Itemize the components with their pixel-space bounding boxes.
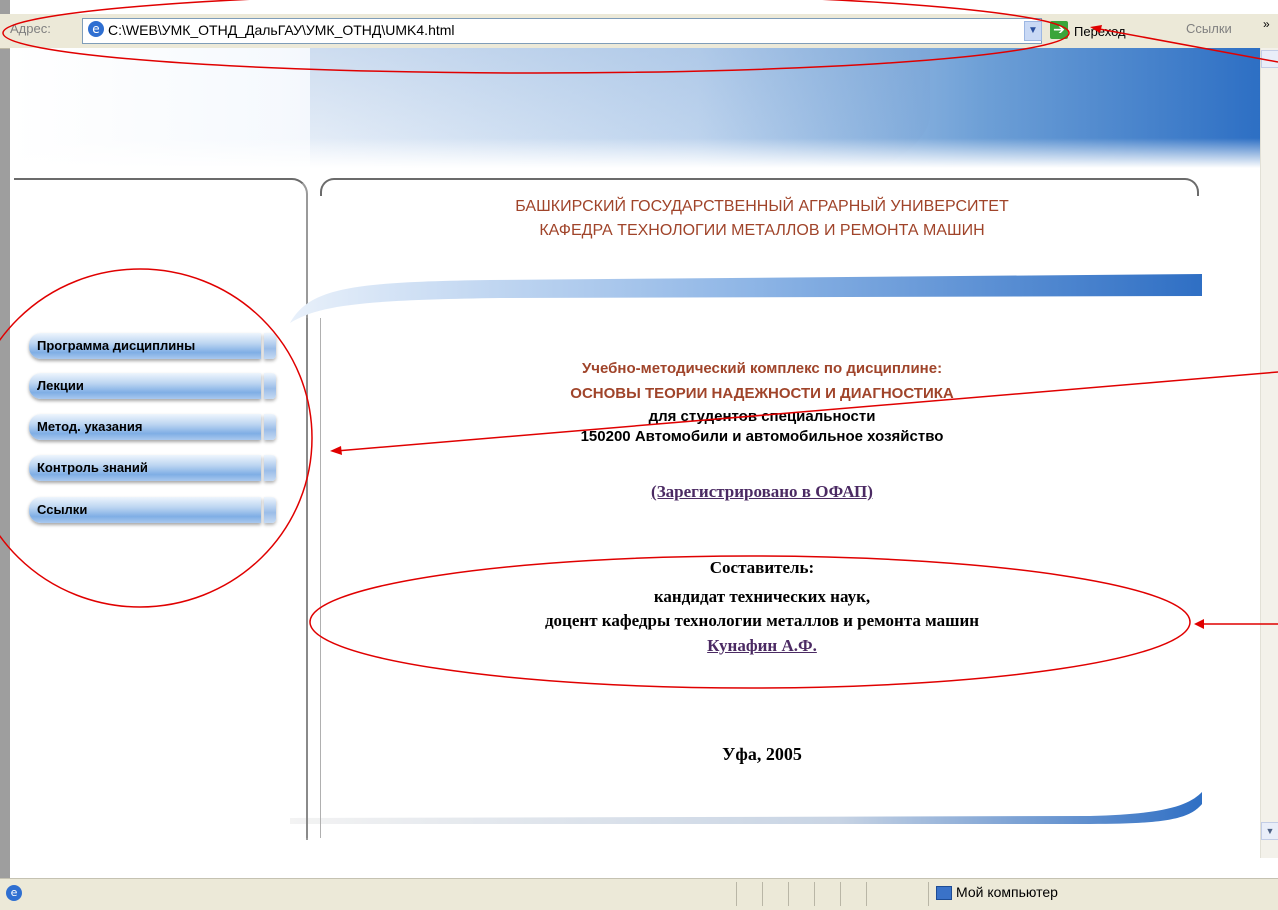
author-degree: кандидат технических наук, bbox=[653, 587, 871, 606]
discipline-name: ОСНОВЫ ТЕОРИИ НАДЕЖНОСТИ И ДИАГНОСТИКА bbox=[570, 385, 954, 402]
nav-button-cap bbox=[264, 373, 276, 399]
status-divider bbox=[928, 882, 929, 906]
nav-button-cap bbox=[264, 497, 276, 523]
page-status-icon: e bbox=[6, 885, 22, 901]
composer-label: Составитель: bbox=[709, 558, 815, 577]
department-title: КАФЕДРА ТЕХНОЛОГИИ МЕТАЛЛОВ И РЕМОНТА МА… bbox=[539, 222, 985, 239]
go-button[interactable]: Переход bbox=[1074, 24, 1126, 39]
specialty-text: 150200 Автомобили и автомобильное хозяйс… bbox=[580, 428, 944, 445]
scroll-down-button[interactable]: ▼ bbox=[1261, 822, 1278, 840]
registration-link[interactable]: (Зарегистрировано в ОФАП) bbox=[322, 482, 1202, 502]
security-zone-label: Мой компьютер bbox=[956, 884, 1058, 900]
nav-button-guidelines[interactable]: Метод. указания bbox=[29, 414, 261, 440]
top-banner bbox=[10, 48, 1260, 168]
city-year: Уфа, 2005 bbox=[722, 744, 802, 764]
ie-page-icon: e bbox=[88, 21, 104, 37]
university-title: БАШКИРСКИЙ ГОСУДАРСТВЕННЫЙ АГРАРНЫЙ УНИВ… bbox=[515, 198, 1009, 215]
nav-button-links[interactable]: Ссылки bbox=[29, 497, 261, 523]
frame-rail bbox=[320, 318, 321, 838]
go-arrow-icon[interactable]: ➔ bbox=[1050, 21, 1068, 39]
banner-fade bbox=[10, 138, 1260, 168]
window-left-edge bbox=[0, 0, 10, 909]
frame-rail bbox=[306, 318, 308, 838]
nav-button-knowledge-control[interactable]: Контроль знаний bbox=[29, 455, 261, 481]
nav-button-program[interactable]: Программа дисциплины bbox=[29, 333, 261, 359]
address-url[interactable]: C:\WEB\УМК_ОТНД_ДальГАУ\УМК_ОТНД\UMK4.ht… bbox=[108, 22, 455, 38]
my-computer-icon bbox=[936, 886, 952, 900]
status-divider bbox=[736, 882, 737, 906]
author-link[interactable]: Кунафин А.Ф. bbox=[322, 636, 1202, 656]
nav-button-cap bbox=[264, 455, 276, 481]
chevron-down-icon[interactable]: ▼ bbox=[1024, 21, 1042, 41]
address-label: Адрес: bbox=[10, 21, 51, 36]
status-divider bbox=[762, 882, 763, 906]
links-toolbar-label[interactable]: Ссылки bbox=[1186, 21, 1232, 36]
status-divider bbox=[866, 882, 867, 906]
scroll-up-button[interactable] bbox=[1261, 50, 1278, 68]
annotation-arrowhead bbox=[330, 446, 342, 455]
toolbar-more-icon[interactable]: » bbox=[1263, 17, 1270, 31]
header-swoosh bbox=[290, 274, 1202, 323]
status-bar bbox=[0, 878, 1278, 910]
status-divider bbox=[840, 882, 841, 906]
nav-button-lectures[interactable]: Лекции bbox=[29, 373, 261, 399]
nav-button-cap bbox=[264, 414, 276, 440]
content-frame-top bbox=[320, 178, 1199, 196]
footer-swoosh bbox=[290, 792, 1202, 824]
status-divider bbox=[788, 882, 789, 906]
students-text: для студентов специальности bbox=[648, 408, 876, 425]
nav-button-cap bbox=[264, 333, 276, 359]
course-title: Учебно-методический комплекс по дисципли… bbox=[581, 360, 943, 377]
vertical-scrollbar[interactable] bbox=[1260, 48, 1278, 858]
status-divider bbox=[814, 882, 815, 906]
author-position: доцент кафедры технологии металлов и рем… bbox=[544, 611, 980, 630]
